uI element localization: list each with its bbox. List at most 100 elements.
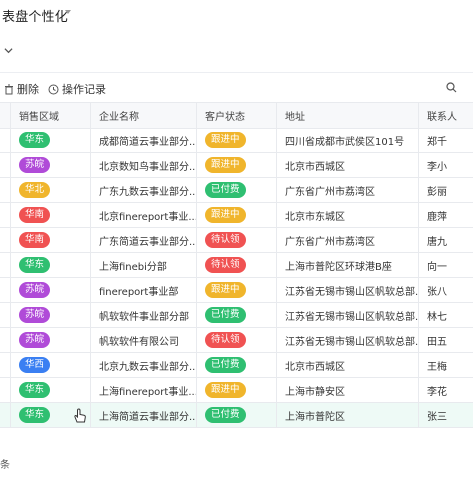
- table-row[interactable]: 苏皖 帆软软件有限公司 待认领 江苏省无锡市锡山区帆软总部... 田五: [0, 328, 473, 353]
- column-header[interactable]: 销售区域: [10, 103, 90, 128]
- region-cell[interactable]: 苏皖: [10, 328, 90, 352]
- contact-cell[interactable]: 李小: [418, 153, 473, 177]
- contact-cell-text: 田五: [427, 336, 447, 348]
- title-dropdown-icon[interactable]: [65, 10, 71, 14]
- address-cell[interactable]: 四川省成都市武侯区101号: [276, 128, 418, 152]
- table-row[interactable]: 华东 上海finereport事业... 跟进中 上海市静安区 李花: [0, 378, 473, 403]
- contact-cell[interactable]: 张三: [418, 403, 473, 427]
- status-cell[interactable]: 已付费: [196, 403, 276, 427]
- contact-cell[interactable]: 田五: [418, 328, 473, 352]
- region-cell[interactable]: 华西: [10, 353, 90, 377]
- status-cell[interactable]: 跟进中: [196, 203, 276, 227]
- address-cell[interactable]: 上海市普陀区环球港B座: [276, 253, 418, 277]
- contact-cell[interactable]: 唐九: [418, 228, 473, 252]
- address-cell[interactable]: 北京市东城区: [276, 203, 418, 227]
- region-cell[interactable]: 苏皖: [10, 278, 90, 302]
- region-tag: 苏皖: [19, 157, 51, 173]
- table-row[interactable]: 华东 上海finebi分部 待认领 上海市普陀区环球港B座 向一: [0, 253, 473, 278]
- contact-cell-text: 王梅: [427, 361, 447, 373]
- region-cell[interactable]: 苏皖: [10, 303, 90, 327]
- address-cell[interactable]: 广东省广州市荔湾区: [276, 178, 418, 202]
- delete-button[interactable]: 删除: [4, 81, 39, 97]
- address-cell[interactable]: 上海市普陀区: [276, 403, 418, 427]
- address-cell[interactable]: 北京市西城区: [276, 153, 418, 177]
- company-cell[interactable]: 广东九数云事业部分...: [90, 178, 196, 202]
- operation-log-button[interactable]: 操作记录: [48, 81, 106, 97]
- company-cell[interactable]: 上海finebi分部: [90, 253, 196, 277]
- region-tag: 华北: [19, 182, 51, 198]
- address-cell[interactable]: 广东省广州市荔湾区: [276, 228, 418, 252]
- hand-cursor-icon: [74, 408, 86, 423]
- region-tag: 华南: [19, 232, 51, 248]
- search-icon[interactable]: [446, 82, 457, 93]
- company-cell[interactable]: 上海finereport事业...: [90, 378, 196, 402]
- company-cell[interactable]: 北京九数云事业部分...: [90, 353, 196, 377]
- region-cell[interactable]: 华东: [10, 253, 90, 277]
- contact-cell[interactable]: 鹿萍: [418, 203, 473, 227]
- status-cell[interactable]: 待认领: [196, 228, 276, 252]
- contact-cell[interactable]: 李花: [418, 378, 473, 402]
- status-cell[interactable]: 已付费: [196, 353, 276, 377]
- column-header[interactable]: 地址: [276, 103, 418, 128]
- region-cell[interactable]: 华南: [10, 203, 90, 227]
- region-cell[interactable]: 苏皖: [10, 153, 90, 177]
- table-row[interactable]: 华北 广东九数云事业部分... 已付费 广东省广州市荔湾区 彭丽: [0, 178, 473, 203]
- contact-cell[interactable]: 郑千: [418, 128, 473, 152]
- status-cell[interactable]: 待认领: [196, 253, 276, 277]
- address-cell[interactable]: 江苏省无锡市锡山区帆软总部...: [276, 278, 418, 302]
- table-row[interactable]: 华南 北京finereport事业... 跟进中 北京市东城区 鹿萍: [0, 203, 473, 228]
- status-cell[interactable]: 跟进中: [196, 153, 276, 177]
- status-cell[interactable]: 跟进中: [196, 128, 276, 152]
- chevron-down-icon[interactable]: [4, 46, 13, 55]
- contact-cell[interactable]: 彭丽: [418, 178, 473, 202]
- company-cell[interactable]: finereport事业部: [90, 278, 196, 302]
- status-cell[interactable]: 跟进中: [196, 278, 276, 302]
- table-row[interactable]: 苏皖 北京数知鸟事业部分... 跟进中 北京市西城区 李小: [0, 153, 473, 178]
- company-cell[interactable]: 帆软软件事业部分部: [90, 303, 196, 327]
- address-cell[interactable]: 上海市静安区: [276, 378, 418, 402]
- contact-cell-text: 向一: [427, 261, 447, 273]
- table-row[interactable]: 华东 上海简道云事业部分... 已付费 上海市普陀区 张三: [0, 403, 473, 428]
- status-badge: 待认领: [205, 232, 246, 248]
- company-cell-text: 帆软软件事业部分部: [99, 311, 189, 323]
- status-cell[interactable]: 待认领: [196, 328, 276, 352]
- company-cell[interactable]: 成都简道云事业部分...: [90, 128, 196, 152]
- address-cell[interactable]: 江苏省无锡市锡山区帆软总部...: [276, 303, 418, 327]
- page-title[interactable]: 表盘个性化: [2, 6, 68, 25]
- company-cell[interactable]: 帆软软件有限公司: [90, 328, 196, 352]
- company-cell[interactable]: 广东简道云事业部分...: [90, 228, 196, 252]
- column-header[interactable]: 企业名称: [90, 103, 196, 128]
- address-cell-text: 广东省广州市荔湾区: [285, 186, 375, 198]
- status-badge: 跟进中: [205, 207, 246, 223]
- table-row[interactable]: 苏皖 帆软软件事业部分部 已付费 江苏省无锡市锡山区帆软总部... 林七: [0, 303, 473, 328]
- status-badge: 已付费: [205, 307, 246, 323]
- address-cell-text: 北京市东城区: [285, 211, 345, 223]
- contact-cell[interactable]: 林七: [418, 303, 473, 327]
- contact-cell[interactable]: 张八: [418, 278, 473, 302]
- clock-icon: [48, 84, 59, 94]
- address-cell[interactable]: 江苏省无锡市锡山区帆软总部...: [276, 328, 418, 352]
- address-cell-text: 上海市静安区: [285, 386, 345, 398]
- contact-cell[interactable]: 王梅: [418, 353, 473, 377]
- table-row[interactable]: 华南 广东简道云事业部分... 待认领 广东省广州市荔湾区 唐九: [0, 228, 473, 253]
- table-row[interactable]: 华西 北京九数云事业部分... 已付费 北京市西城区 王梅: [0, 353, 473, 378]
- region-cell[interactable]: 华南: [10, 228, 90, 252]
- company-cell[interactable]: 北京finereport事业...: [90, 203, 196, 227]
- address-cell[interactable]: 北京市西城区: [276, 353, 418, 377]
- address-cell-text: 江苏省无锡市锡山区帆软总部...: [285, 311, 418, 323]
- region-cell[interactable]: 华东: [10, 378, 90, 402]
- company-cell[interactable]: 北京数知鸟事业部分...: [90, 153, 196, 177]
- region-tag: 苏皖: [19, 282, 51, 298]
- address-cell-text: 上海市普陀区: [285, 411, 345, 423]
- column-header[interactable]: 联系人: [418, 103, 473, 128]
- column-header[interactable]: 客户状态: [196, 103, 276, 128]
- status-cell[interactable]: 跟进中: [196, 378, 276, 402]
- company-cell[interactable]: 上海简道云事业部分...: [90, 403, 196, 427]
- table-row[interactable]: 苏皖 finereport事业部 跟进中 江苏省无锡市锡山区帆软总部... 张八: [0, 278, 473, 303]
- table-row[interactable]: 华东 成都简道云事业部分... 跟进中 四川省成都市武侯区101号 郑千: [0, 128, 473, 153]
- region-cell[interactable]: 华北: [10, 178, 90, 202]
- region-cell[interactable]: 华东: [10, 128, 90, 152]
- status-cell[interactable]: 已付费: [196, 178, 276, 202]
- contact-cell[interactable]: 向一: [418, 253, 473, 277]
- status-cell[interactable]: 已付费: [196, 303, 276, 327]
